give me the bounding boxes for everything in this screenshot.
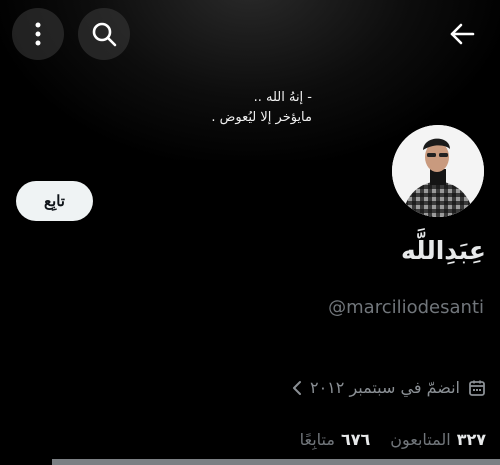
profile-handle: @marciliodesanti: [328, 297, 484, 318]
more-vertical-icon: [35, 22, 41, 46]
following-label: متابِعًا: [299, 430, 335, 449]
display-name: عِبَدِاللَّه: [400, 236, 486, 265]
banner-quote-line-2: مايؤخر إلا ليُعوض .: [211, 110, 312, 125]
followers-stat[interactable]: ٣٢٧ المتابعون: [390, 430, 486, 449]
following-count: ٦٧٦: [340, 430, 371, 449]
banner-quote: - إنهُ الله .. مايؤخر إلا ليُعوض .: [92, 88, 312, 128]
followers-label: المتابعون: [390, 430, 451, 449]
follow-stats: ٣٢٧ المتابعون ٦٧٦ متابِعًا: [300, 430, 486, 449]
arrow-back-icon: [450, 23, 475, 45]
banner-quote-line-1: - إنهُ الله ..: [253, 90, 312, 105]
more-options-button[interactable]: [12, 8, 64, 60]
joined-date-row[interactable]: انضمّ في سبتمبر ٢٠١٢: [292, 378, 486, 397]
avatar-photo: [392, 125, 484, 217]
back-button[interactable]: [436, 8, 488, 60]
following-stat[interactable]: ٦٧٦ متابِعًا: [300, 430, 371, 449]
scroll-indicator: [52, 459, 500, 465]
avatar[interactable]: [389, 122, 487, 220]
follow-button[interactable]: تابِع: [16, 181, 93, 221]
search-button[interactable]: [78, 8, 130, 60]
profile-page: - إنهُ الله .. مايؤخر إلا ليُعوض . تابِع…: [0, 0, 500, 465]
followers-count: ٣٢٧: [456, 430, 486, 449]
joined-date: انضمّ في سبتمبر ٢٠١٢: [309, 378, 460, 397]
calendar-icon: [469, 380, 485, 396]
search-icon: [92, 22, 117, 47]
chevron-left-icon: [292, 380, 301, 395]
